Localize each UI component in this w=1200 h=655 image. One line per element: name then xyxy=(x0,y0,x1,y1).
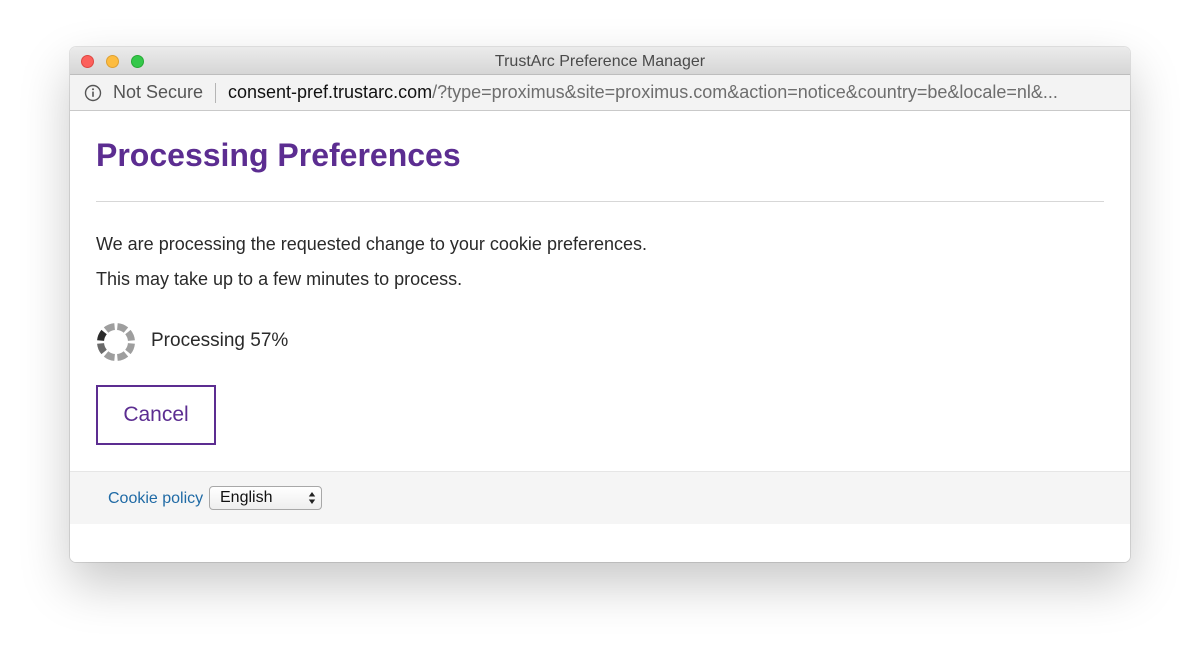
up-down-arrows-icon xyxy=(308,492,316,504)
title-divider xyxy=(96,201,1104,202)
progress-status: Processing 57% xyxy=(151,330,289,351)
footer: Cookie policy English xyxy=(70,471,1130,524)
loading-spinner-icon xyxy=(97,323,135,361)
title-bar: TrustArc Preference Manager xyxy=(70,47,1130,75)
browser-window: TrustArc Preference Manager Not Secure c… xyxy=(70,47,1130,562)
spinner-segment xyxy=(117,323,129,333)
page-content: Processing Preferences We are processing… xyxy=(70,111,1130,562)
spinner-segment xyxy=(125,343,135,355)
window-title: TrustArc Preference Manager xyxy=(494,53,706,70)
spinner-segment xyxy=(97,343,107,355)
spinner-segment xyxy=(103,351,115,361)
security-status-label[interactable]: Not Secure xyxy=(113,82,203,103)
page-title: Processing Preferences xyxy=(96,137,461,173)
language-selected-value: English xyxy=(220,489,273,506)
spinner-segment xyxy=(117,351,129,361)
spinner-segment xyxy=(103,323,115,333)
url-host: consent-pref.trustarc.com xyxy=(228,82,433,102)
url-path: /?type=proximus&site=proximus.com&action… xyxy=(432,82,1058,102)
processing-message: We are processing the requested change t… xyxy=(96,234,647,254)
spinner-segment xyxy=(97,329,107,341)
address-separator xyxy=(215,83,216,103)
cancel-button[interactable]: Cancel xyxy=(96,385,216,445)
address-bar[interactable]: Not Secure consent-pref.trustarc.com/?ty… xyxy=(70,75,1130,111)
cookie-policy-link[interactable]: Cookie policy xyxy=(108,490,203,508)
url-field[interactable]: consent-pref.trustarc.com/?type=proximus… xyxy=(228,82,1108,103)
spinner-segment xyxy=(125,329,135,341)
language-select[interactable]: English xyxy=(209,486,322,510)
processing-duration-note: This may take up to a few minutes to pro… xyxy=(96,269,463,289)
info-icon[interactable] xyxy=(84,84,102,102)
